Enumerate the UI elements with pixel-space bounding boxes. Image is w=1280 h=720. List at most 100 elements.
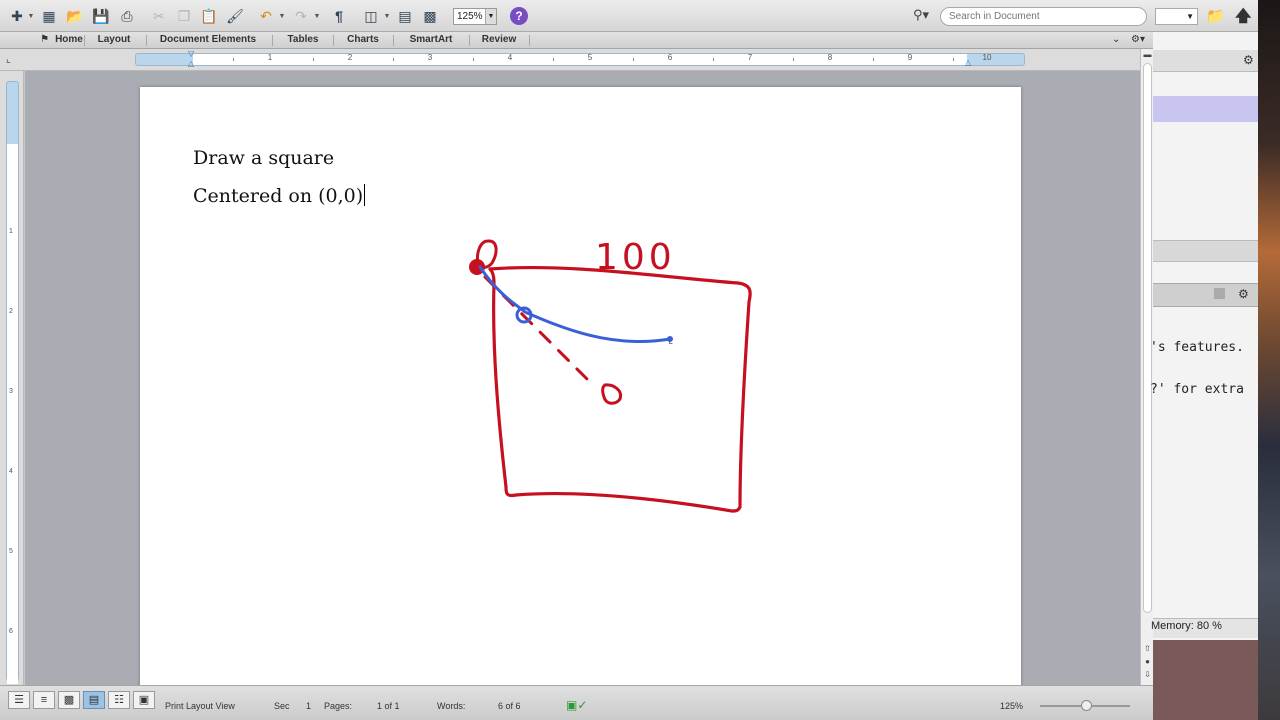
ruler-number: 2 <box>347 53 353 62</box>
tab-smartart[interactable]: SmartArt <box>397 32 465 49</box>
vruler-number: 4 <box>9 468 13 475</box>
spelling-check-icon[interactable]: ▣✓ <box>566 698 587 712</box>
ink-cursor-icon: ⌞ <box>668 333 673 346</box>
open-icon[interactable]: 📂 <box>66 7 84 25</box>
ruler-number: 1 <box>267 53 273 62</box>
search-input[interactable] <box>940 7 1147 26</box>
gear-icon[interactable]: ⚙ <box>1243 53 1254 67</box>
section-label: Sec <box>274 701 290 711</box>
ribbon-settings-icon[interactable]: ⚙▾ <box>1124 32 1152 49</box>
tab-home-label: Home <box>55 34 83 45</box>
new-document-icon[interactable]: ✚ <box>8 7 26 25</box>
left-indent-icon[interactable]: △ <box>188 59 194 68</box>
tab-review[interactable]: Review <box>473 32 525 49</box>
collapse-ribbon-icon[interactable]: ⌄ <box>1106 32 1122 49</box>
redo-dropdown-icon[interactable]: ▼ <box>313 7 321 25</box>
split-handle-icon[interactable]: ▬ <box>1142 49 1153 61</box>
background-selected-row[interactable] <box>1153 96 1258 122</box>
tab-layout[interactable]: Layout <box>88 32 140 49</box>
horizontal-ruler[interactable]: ▽ △ △ 1 2 3 4 5 6 7 8 9 10 <box>135 49 1025 68</box>
ruler-number: 8 <box>827 53 833 62</box>
search-icon[interactable]: ⚲▾ <box>913 7 941 26</box>
scrollbar-thumb[interactable] <box>1143 63 1152 613</box>
console-line: 's features. <box>1150 340 1244 355</box>
draft-view-icon[interactable]: ☰ <box>8 691 30 709</box>
view-icon[interactable]: ▤ <box>396 7 414 25</box>
tab-tables[interactable]: Tables <box>276 32 330 49</box>
notebook-view-icon[interactable]: ☷ <box>108 691 130 709</box>
ruler-number: 5 <box>587 53 593 62</box>
copy-icon[interactable]: ❐ <box>175 7 193 25</box>
memory-status: Memory: 80 % <box>1151 620 1222 632</box>
vruler-number: 2 <box>9 308 13 315</box>
publishing-view-icon[interactable]: ▩ <box>58 691 80 709</box>
vruler-number: 1 <box>9 228 13 235</box>
outline-view-icon[interactable]: ≡ <box>33 691 55 709</box>
word-window: ✚ ▼ ▦ 📂 💾 ⎙ ✂ ❐ 📋 🖌 ↶ ▼ ↷ ▼ ¶ ◫ ▼ ▤ ▩ 12… <box>0 0 1153 720</box>
undo-dropdown-icon[interactable]: ▼ <box>278 7 286 25</box>
zoom-select-value: 125% <box>457 11 483 22</box>
cut-icon[interactable]: ✂ <box>150 7 168 25</box>
status-bar: ☰ ≡ ▩ ▤ ☷ ▣ Print Layout View Sec 1 Page… <box>0 685 1153 720</box>
search-box: ⚲▾ <box>913 7 1148 26</box>
sidebar-dropdown-icon[interactable]: ▼ <box>383 7 391 25</box>
pages-label: Pages: <box>324 701 353 711</box>
vruler-number: 3 <box>9 388 13 395</box>
words-value: 6 of 6 <box>498 701 521 711</box>
ink-drawing: ⌞ 100 <box>469 237 752 513</box>
ruler-number: 9 <box>907 53 913 62</box>
next-page-icon[interactable]: ⇩ <box>1142 669 1153 681</box>
document-area[interactable]: Draw a square Centered on (0,0) ⌞ 100 <box>25 71 1140 685</box>
ink-square <box>488 265 752 513</box>
zoom-percent: 125% <box>1000 701 1024 711</box>
right-indent-icon[interactable]: △ <box>965 58 971 67</box>
ruler-number: 7 <box>747 53 753 62</box>
save-icon[interactable]: 💾 <box>92 7 110 25</box>
ruler-number: 3 <box>427 53 433 62</box>
view-label: Print Layout View <box>165 701 235 711</box>
ink-label-100: 100 <box>595 237 676 278</box>
vruler-number: 6 <box>9 628 13 635</box>
gear-icon[interactable]: ⚙ <box>1238 287 1249 301</box>
media-browser-icon[interactable]: ▩ <box>421 7 439 25</box>
gallery-icon[interactable]: ▦ <box>40 7 58 25</box>
undo-icon[interactable]: ↶ <box>257 7 275 25</box>
new-dropdown-icon[interactable]: ▼ <box>27 7 35 25</box>
print-icon[interactable]: ⎙ <box>118 7 136 25</box>
folder-icon[interactable]: 📁 <box>1206 7 1225 25</box>
tab-charts[interactable]: Charts <box>337 32 389 49</box>
zoom-select[interactable]: 125% ▼ <box>453 8 497 25</box>
horizontal-ruler-bar: ⌞ ▽ △ △ 1 2 3 4 5 6 7 8 9 10 <box>0 49 1140 71</box>
previous-page-icon[interactable]: ⇧ <box>1142 643 1153 655</box>
redo-icon[interactable]: ↷ <box>292 7 310 25</box>
ruler-number: 4 <box>507 53 513 62</box>
paste-icon[interactable]: 📋 <box>200 7 218 25</box>
ribbon-tabs: ⚑ Home Layout Document Elements Tables Ch… <box>0 32 1153 49</box>
vruler-number: 5 <box>9 548 13 555</box>
section-value: 1 <box>306 701 312 711</box>
vertical-ruler-bar: 1 2 3 4 5 6 <box>0 71 24 685</box>
standard-toolbar: ✚ ▼ ▦ 📂 💾 ⎙ ✂ ❐ 📋 🖌 ↶ ▼ ↷ ▼ ¶ ◫ ▼ ▤ ▩ 12… <box>0 0 1153 32</box>
focus-view-icon[interactable]: ▣ <box>133 691 155 709</box>
tab-document-elements[interactable]: Document Elements <box>148 32 268 49</box>
vertical-scrollbar[interactable]: ▬ ⇧ ● ⇩ <box>1140 49 1153 685</box>
minimize-pane-icon[interactable] <box>1214 288 1225 299</box>
chevron-down-icon: ▼ <box>485 9 496 24</box>
print-layout-view-icon[interactable]: ▤ <box>83 691 105 709</box>
format-painter-icon[interactable]: 🖌 <box>226 7 244 25</box>
tab-stop-selector-icon[interactable]: ⌞ <box>6 54 20 67</box>
desktop-wallpaper <box>1258 0 1280 720</box>
help-icon[interactable]: ? <box>510 7 528 25</box>
background-app-select[interactable]: ▼ <box>1155 8 1198 25</box>
show-formatting-icon[interactable]: ¶ <box>330 7 348 25</box>
arrow-up-icon[interactable]: 🡅 <box>1235 5 1251 32</box>
browse-object-icon[interactable]: ● <box>1142 656 1153 668</box>
vertical-ruler[interactable]: 1 2 3 4 5 6 <box>6 81 19 684</box>
ink-end-circle <box>601 383 623 405</box>
zoom-slider-knob[interactable] <box>1081 700 1092 711</box>
first-line-indent-icon[interactable]: ▽ <box>188 49 194 58</box>
sidebar-icon[interactable]: ◫ <box>362 7 380 25</box>
document-page[interactable]: Draw a square Centered on (0,0) ⌞ 100 <box>140 87 1021 685</box>
pages-value: 1 of 1 <box>377 701 400 711</box>
console-line: ?' for extra <box>1150 382 1244 397</box>
